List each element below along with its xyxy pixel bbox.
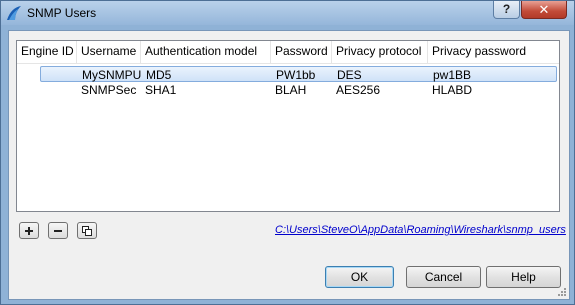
cell-auth-model: MD5: [146, 68, 172, 82]
add-user-button[interactable]: [19, 222, 39, 239]
column-header-password[interactable]: Password: [271, 41, 332, 63]
cell-engine-id: [17, 82, 77, 98]
column-header-username[interactable]: Username: [77, 41, 141, 63]
cell-privacy-password: HLABD: [432, 83, 473, 97]
title-close-button[interactable]: ✕: [521, 1, 567, 19]
cell-password: BLAH: [275, 83, 307, 97]
remove-user-button[interactable]: [48, 222, 68, 239]
column-header-privacy-password[interactable]: Privacy password: [428, 41, 559, 63]
table-row[interactable]: SNMPSec SHA1 BLAH AES256 HLABD: [17, 82, 559, 98]
title-help-button[interactable]: ?: [493, 1, 520, 19]
column-header-authentication-model[interactable]: Authentication model: [141, 41, 271, 63]
cell-username: MySNMPU: [82, 68, 142, 82]
config-file-path-link[interactable]: C:\Users\SteveO\AppData\Roaming\Wireshar…: [275, 224, 566, 236]
cell-privacy-password: pw1BB: [433, 68, 472, 82]
column-header-privacy-protocol[interactable]: Privacy protocol: [332, 41, 428, 63]
title-bar[interactable]: SNMP Users ? ✕: [1, 1, 574, 25]
table-row[interactable]: MySNMPU MD5 PW1bb DES pw1BB: [40, 66, 557, 82]
plus-icon: [25, 227, 33, 235]
table-header: Engine ID Username Authentication model …: [17, 41, 559, 64]
minus-icon: [54, 230, 62, 232]
users-table[interactable]: Engine ID Username Authentication model …: [16, 40, 560, 212]
copy-user-button[interactable]: [77, 222, 97, 239]
wireshark-fin-icon: [7, 6, 21, 20]
help-button[interactable]: Help: [486, 266, 561, 288]
dialog-content: Engine ID Username Authentication model …: [8, 30, 570, 300]
cell-privacy-protocol: DES: [337, 68, 362, 82]
cell-privacy-protocol: AES256: [336, 83, 381, 97]
snmp-users-dialog: SNMP Users ? ✕ Engine ID Username Authen…: [0, 0, 575, 305]
cell-username: SNMPSec: [81, 83, 137, 97]
copy-icon: [82, 226, 92, 236]
column-header-engine-id[interactable]: Engine ID: [17, 41, 77, 63]
cell-password: PW1bb: [276, 68, 316, 82]
resize-grip-icon[interactable]: [557, 287, 567, 297]
cell-auth-model: SHA1: [145, 83, 177, 97]
window-title: SNMP Users: [27, 6, 97, 20]
ok-button[interactable]: OK: [325, 266, 394, 288]
cell-engine-id: [18, 67, 78, 83]
cancel-button[interactable]: Cancel: [406, 266, 481, 288]
